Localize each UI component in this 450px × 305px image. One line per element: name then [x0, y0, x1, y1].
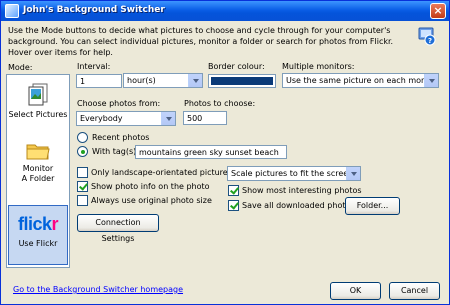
mode-use-flickr-label: Use Flickr — [18, 239, 58, 248]
connection-settings-button[interactable]: Connection Settings — [77, 214, 159, 243]
save-all-checkbox[interactable] — [228, 200, 239, 211]
help-icon[interactable]: ? — [416, 26, 436, 46]
border-colour-swatch[interactable] — [208, 74, 276, 88]
photos-to-choose-input[interactable]: 500 — [183, 111, 227, 125]
border-colour-fill — [211, 77, 273, 85]
with-tags-radio[interactable] — [77, 146, 88, 157]
interval-label: Interval: — [77, 62, 111, 71]
mode-panel: Select Pictures Monitor A Folder flickr … — [6, 74, 70, 268]
original-size-label: Always use original photo size — [91, 196, 212, 205]
interval-unit-select[interactable]: hour(s) — [123, 73, 203, 88]
recent-photos-radio[interactable] — [77, 132, 88, 143]
interval-input[interactable]: 1 — [76, 74, 122, 88]
cancel-button[interactable]: Cancel — [389, 282, 440, 300]
mode-use-flickr-button[interactable]: flickr Use Flickr — [8, 205, 68, 265]
recent-photos-label: Recent photos — [92, 133, 150, 142]
ok-button[interactable]: OK — [330, 282, 381, 300]
instructions-text: Use the Mode buttons to decide what pict… — [8, 26, 394, 57]
interval-unit-value: hour(s) — [127, 76, 156, 85]
window-title: John's Background Switcher — [23, 5, 165, 15]
close-button[interactable]: × — [430, 3, 446, 19]
chevron-down-icon — [161, 112, 175, 125]
chevron-down-icon — [424, 74, 438, 87]
flickr-logo: flickr — [17, 214, 59, 234]
landscape-only-label: Only landscape-orientated pictures — [91, 168, 232, 177]
choose-from-label: Choose photos from: — [77, 99, 161, 108]
chevron-down-icon — [346, 167, 360, 180]
most-interesting-label: Show most interesting photos — [242, 186, 362, 195]
pictures-icon — [28, 83, 48, 106]
multiple-monitors-value: Use the same picture on each monitor — [286, 76, 439, 85]
with-tags-label: With tag(s): — [92, 147, 139, 156]
choose-from-select[interactable]: Everybody — [76, 111, 176, 126]
scale-value: Scale pictures to fit the screen — [231, 169, 354, 178]
save-all-label: Save all downloaded photos — [242, 201, 355, 210]
app-icon — [5, 4, 19, 18]
mode-select-pictures-button[interactable]: Select Pictures — [8, 83, 68, 133]
folder-icon — [26, 144, 50, 160]
title-bar[interactable]: John's Background Switcher × — [1, 1, 449, 21]
mode-monitor-folder-label: Monitor A Folder — [21, 164, 55, 183]
mode-select-pictures-label: Select Pictures — [8, 110, 68, 119]
show-photo-info-label: Show photo info on the photo — [91, 182, 210, 191]
multiple-monitors-label: Multiple monitors: — [282, 62, 355, 71]
photos-to-choose-label: Photos to choose: — [184, 99, 256, 108]
mode-label: Mode: — [8, 63, 33, 72]
folder-button[interactable]: Folder... — [345, 197, 400, 215]
original-size-checkbox[interactable] — [77, 195, 88, 206]
border-colour-label: Border colour: — [208, 62, 265, 71]
svg-text:?: ? — [428, 37, 432, 45]
most-interesting-checkbox[interactable] — [228, 185, 239, 196]
choose-from-value: Everybody — [80, 114, 123, 123]
chevron-down-icon — [188, 74, 202, 87]
tags-input[interactable]: mountains green sky sunset beach — [135, 145, 287, 159]
scale-select[interactable]: Scale pictures to fit the screen — [227, 166, 361, 181]
mode-monitor-folder-button[interactable]: Monitor A Folder — [8, 141, 68, 191]
homepage-link[interactable]: Go to the Background Switcher homepage — [13, 285, 183, 294]
landscape-only-checkbox[interactable] — [77, 167, 88, 178]
multiple-monitors-select[interactable]: Use the same picture on each monitor — [282, 73, 439, 88]
show-photo-info-checkbox[interactable] — [77, 181, 88, 192]
app-window: John's Background Switcher × Use the Mod… — [0, 0, 450, 305]
close-icon: × — [433, 4, 443, 17]
